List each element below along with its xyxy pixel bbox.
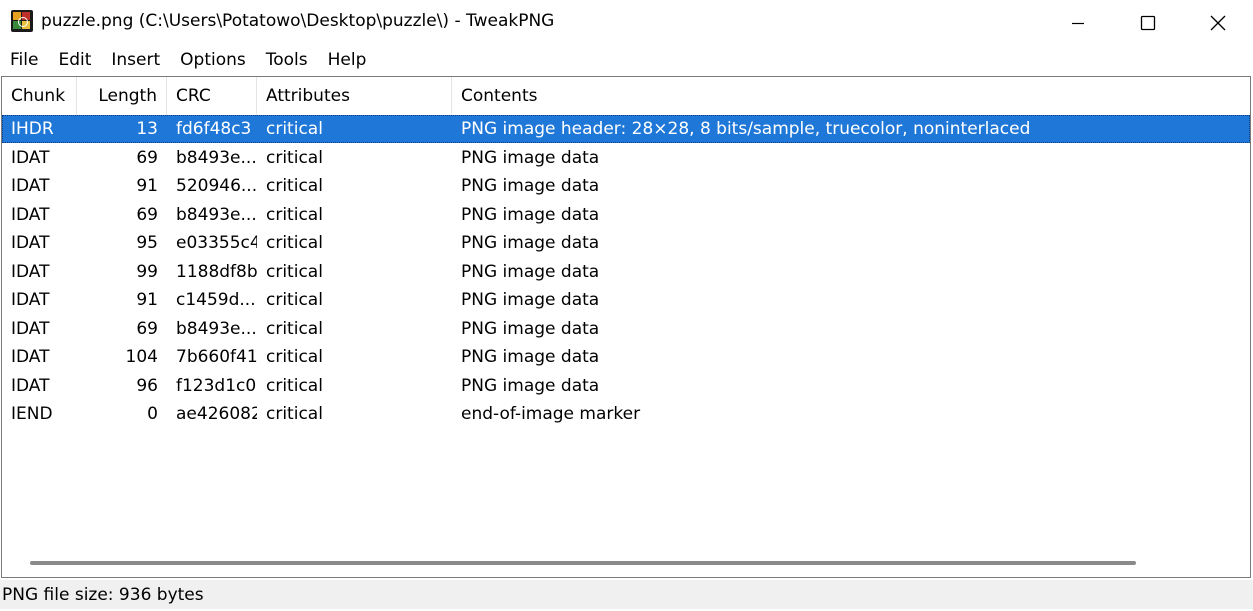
table-row[interactable]: IDAT 91 520946... critical PNG image data (2, 172, 1250, 200)
cell-contents: PNG image data (461, 347, 600, 367)
column-header-row: Chunk Length CRC Attributes Contents (2, 77, 1250, 116)
column-header-length[interactable]: Length (77, 77, 167, 115)
cell-contents: PNG image data (461, 290, 600, 310)
table-row[interactable]: IDAT 69 b8493e... critical PNG image data (2, 315, 1250, 343)
cell-attributes: critical (266, 261, 323, 282)
cell-crc: 520946... (176, 176, 257, 196)
menu-edit[interactable]: Edit (48, 45, 101, 75)
table-row[interactable]: IDAT 95 e03355c4 critical PNG image data (2, 229, 1250, 257)
cell-chunk: IDAT (11, 261, 50, 282)
table-row[interactable]: IDAT 69 b8493e... critical PNG image data (2, 201, 1250, 229)
cell-contents: PNG image data (461, 176, 600, 196)
cell-chunk: IDAT (11, 176, 50, 196)
table-row[interactable]: IDAT 69 b8493e... critical PNG image data (2, 144, 1250, 172)
cell-attributes: critical (266, 176, 323, 196)
cell-crc: b8493e... (176, 204, 257, 225)
column-header-attributes[interactable]: Attributes (257, 77, 452, 115)
table-row[interactable]: IDAT 91 c1459d... critical PNG image data (2, 286, 1250, 314)
cell-attributes: critical (266, 147, 323, 168)
cell-crc: fd6f48c3 (176, 119, 252, 139)
cell-crc: c1459d... (176, 290, 256, 310)
cell-contents: PNG image header: 28×28, 8 bits/sample, … (461, 119, 1031, 139)
cell-crc: f123d1c0 (176, 375, 257, 396)
cell-attributes: critical (266, 318, 323, 339)
scrollbar-thumb[interactable] (30, 561, 1136, 565)
cell-length: 91 (136, 176, 158, 196)
close-icon (1210, 15, 1226, 30)
cell-length: 69 (136, 204, 158, 225)
cell-crc: b8493e... (176, 318, 257, 339)
menu-insert[interactable]: Insert (101, 45, 170, 75)
menu-tools[interactable]: Tools (256, 45, 318, 75)
minimize-icon (1072, 22, 1084, 24)
horizontal-scrollbar[interactable] (2, 549, 1250, 577)
table-row[interactable]: IHDR 13 fd6f48c3 critical PNG image header: … (2, 115, 1250, 143)
cell-length: 96 (136, 375, 158, 396)
cell-contents: PNG image data (461, 318, 600, 339)
table-row[interactable]: IDAT 99 1188df8b critical PNG image data (2, 258, 1250, 286)
cell-length: 95 (136, 233, 158, 253)
window-title: puzzle.png (C:\Users\Potatowo\Desktop\pu… (41, 11, 555, 31)
tweakpng-icon[interactable] (11, 10, 33, 32)
cell-crc: 1188df8b (176, 261, 257, 282)
cell-length: 13 (136, 119, 158, 139)
menu-bar: File Edit Insert Options Tools Help (0, 45, 1253, 75)
cell-attributes: critical (266, 119, 323, 139)
cell-attributes: critical (266, 347, 323, 367)
column-header-chunk[interactable]: Chunk (2, 77, 77, 115)
cell-crc: e03355c4 (176, 233, 257, 253)
title-bar[interactable]: puzzle.png (C:\Users\Potatowo\Desktop\pu… (0, 0, 1253, 45)
cell-attributes: critical (266, 375, 323, 396)
cell-length: 99 (136, 261, 158, 282)
cell-chunk: IDAT (11, 147, 50, 168)
cell-attributes: critical (266, 233, 323, 253)
status-bar: PNG file size: 936 bytes (0, 580, 1253, 609)
cell-chunk: IDAT (11, 290, 50, 310)
cell-crc: 7b660f41 (176, 347, 257, 367)
maximize-icon (1140, 15, 1156, 30)
column-header-contents[interactable]: Contents (452, 77, 1250, 115)
cell-contents: PNG image data (461, 204, 600, 225)
minimize-button[interactable] (1043, 0, 1113, 45)
cell-contents: PNG image data (461, 375, 600, 396)
cell-contents: PNG image data (461, 147, 600, 168)
cell-chunk: IDAT (11, 375, 50, 396)
maximize-button[interactable] (1113, 0, 1183, 45)
cell-attributes: critical (266, 404, 323, 424)
chunk-list[interactable]: Chunk Length CRC Attributes Contents IHD… (1, 76, 1251, 578)
cell-chunk: IEND (11, 404, 53, 424)
cell-length: 104 (125, 347, 158, 367)
cell-length: 69 (136, 147, 158, 168)
close-button[interactable] (1183, 0, 1253, 45)
cell-attributes: critical (266, 290, 323, 310)
cell-crc: ae426082 (176, 404, 257, 424)
cell-contents: PNG image data (461, 233, 600, 253)
menu-options[interactable]: Options (170, 45, 256, 75)
menu-help[interactable]: Help (318, 45, 377, 75)
cell-chunk: IDAT (11, 204, 50, 225)
table-row[interactable]: IEND 0 ae426082 critical end-of-image marker (2, 400, 1250, 428)
table-row[interactable]: IDAT 96 f123d1c0 critical PNG image data (2, 372, 1250, 400)
cell-contents: PNG image data (461, 261, 600, 282)
cell-chunk: IHDR (11, 119, 54, 139)
cell-contents: end-of-image marker (461, 404, 641, 424)
cell-chunk: IDAT (11, 233, 50, 253)
cell-length: 91 (136, 290, 158, 310)
menu-file[interactable]: File (0, 45, 48, 75)
cell-chunk: IDAT (11, 318, 50, 339)
cell-length: 69 (136, 318, 158, 339)
cell-attributes: critical (266, 204, 323, 225)
cell-length: 0 (147, 404, 158, 424)
cell-crc: b8493e... (176, 147, 257, 168)
column-header-crc[interactable]: CRC (167, 77, 257, 115)
cell-chunk: IDAT (11, 347, 50, 367)
table-row[interactable]: IDAT 104 7b660f41 critical PNG image data (2, 343, 1250, 371)
